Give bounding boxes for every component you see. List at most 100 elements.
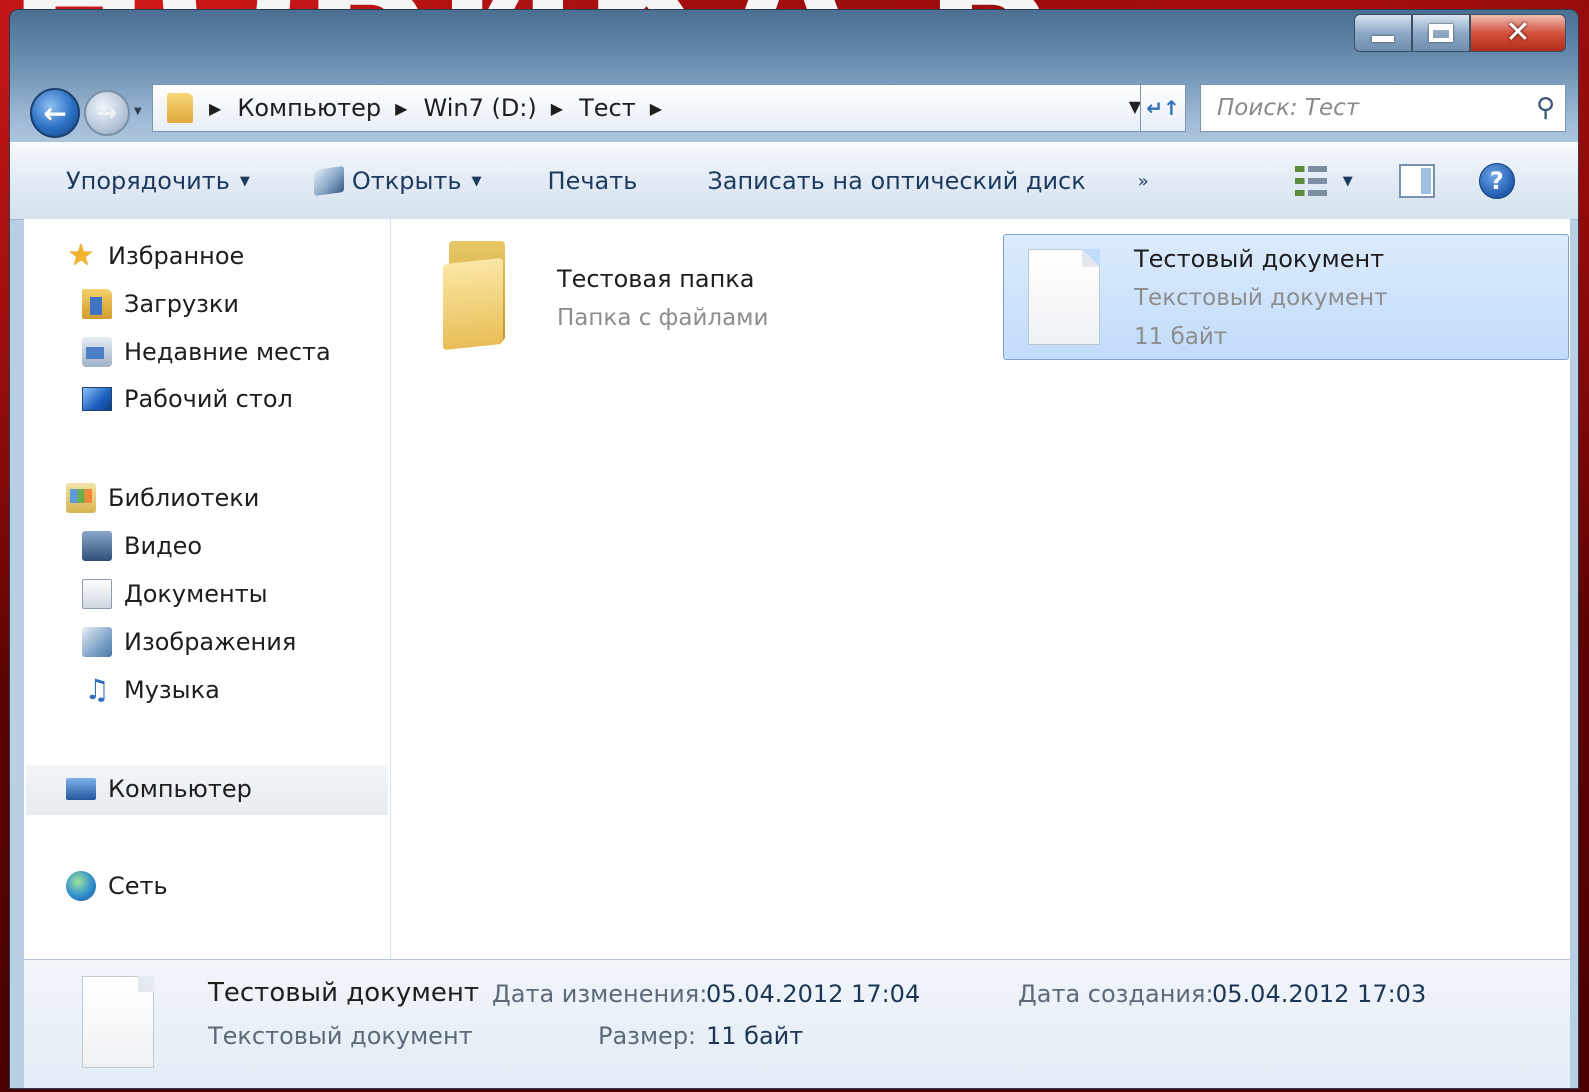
breadcrumb-computer[interactable]: Компьютер [237, 94, 381, 122]
nav-label: Музыка [124, 676, 220, 704]
nav-label: Библиотеки [108, 484, 260, 512]
more-button[interactable]: » [1138, 171, 1149, 192]
images-icon [82, 627, 112, 657]
caption-buttons: ✕ [1354, 14, 1566, 52]
folder-icon [443, 241, 509, 351]
network-icon [66, 871, 96, 901]
chevron-right-icon[interactable]: ▶ [209, 99, 221, 118]
back-button[interactable]: ← [30, 88, 80, 138]
chevron-right-icon[interactable]: ▶ [551, 99, 563, 118]
file-item-text: Тестовый документ Текстовый документ 11 … [1134, 239, 1388, 359]
nav-downloads[interactable]: Загрузки [82, 289, 239, 319]
file-type: Текстовый документ [1134, 285, 1388, 311]
file-list: Тестовая папка Папка с файлами Тестовый … [391, 219, 1570, 959]
libraries-icon [66, 483, 96, 513]
breadcrumb-drive[interactable]: Win7 (D:) [423, 94, 536, 122]
video-icon [82, 531, 112, 561]
nav-label: Сеть [108, 872, 168, 900]
file-size: 11 байт [1134, 324, 1228, 350]
file-item-text: Тестовая папка Папка с файлами [557, 259, 768, 359]
search-input[interactable] [1215, 94, 1519, 122]
maximize-icon [1429, 24, 1453, 42]
nav-label: Изображения [124, 628, 297, 656]
nav-recent[interactable]: Недавние места [82, 337, 331, 367]
details-file-name: Тестовый документ [208, 978, 479, 1008]
minimize-icon [1372, 36, 1394, 42]
open-button[interactable]: Открыть ▼ [313, 165, 482, 197]
file-item-folder[interactable]: Тестовая папка Папка с файлами [443, 241, 1003, 359]
details-created-value: 05.04.2012 17:03 [1212, 980, 1427, 1008]
file-type: Папка с файлами [557, 305, 769, 331]
burn-button[interactable]: Записать на оптический диск [707, 167, 1085, 195]
details-pane: Тестовый документ Текстовый документ Дат… [24, 959, 1570, 1088]
organize-button[interactable]: Упорядочить ▼ [66, 167, 250, 195]
history-dropdown-icon[interactable]: ▼ [134, 106, 142, 117]
print-button[interactable]: Печать [548, 167, 638, 195]
more-label: » [1137, 170, 1149, 192]
computer-icon [66, 778, 96, 800]
nav-label: Компьютер [108, 775, 252, 803]
details-size-value: 11 байт [706, 1022, 804, 1050]
nav-label: Рабочий стол [124, 385, 293, 413]
breadcrumb-folder[interactable]: Тест [579, 94, 636, 122]
chevron-down-icon: ▼ [471, 173, 482, 189]
nav-computer[interactable]: Компьютер [66, 775, 252, 803]
view-details-icon [1294, 166, 1327, 196]
address-row: ← → ▼ ▶ Компьютер ▶ Win7 (D:) ▶ Тест ▶ ▼… [10, 78, 1578, 142]
forward-button[interactable]: → [84, 90, 130, 136]
close-button[interactable]: ✕ [1470, 14, 1566, 52]
nav-video[interactable]: Видео [82, 531, 202, 561]
chevron-right-icon[interactable]: ▶ [650, 99, 662, 118]
nav-favorites[interactable]: ★ Избранное [66, 238, 245, 273]
close-icon: ✕ [1505, 15, 1531, 50]
open-label: Открыть [351, 167, 462, 195]
refresh-button[interactable]: ↵↑ [1140, 85, 1185, 131]
minimize-button[interactable] [1354, 14, 1412, 52]
search-box: ⚲ [1200, 84, 1566, 132]
refresh-icon: ↵↑ [1146, 96, 1180, 120]
details-created-label: Дата создания: [1018, 980, 1214, 1008]
chevron-down-icon: ▼ [239, 173, 250, 189]
documents-icon [82, 579, 112, 609]
details-size-label: Размер: [598, 1022, 697, 1050]
nav-label: Документы [124, 580, 268, 608]
organize-label: Упорядочить [66, 167, 230, 195]
content-area: ★ Избранное Загрузки Недавние места Рабо… [24, 219, 1570, 959]
recent-places-icon [82, 337, 112, 367]
nav-music[interactable]: ♫ Музыка [82, 673, 220, 706]
nav-label: Загрузки [124, 290, 239, 318]
nav-network[interactable]: Сеть [66, 871, 168, 901]
chevron-down-icon: ▼ [1342, 173, 1353, 189]
desktop-icon [82, 387, 112, 411]
chevron-right-icon[interactable]: ▶ [395, 99, 407, 118]
preview-pane-button[interactable] [1398, 164, 1435, 198]
text-document-icon [82, 976, 154, 1068]
star-icon: ★ [67, 238, 95, 273]
details-file-type: Текстовый документ [208, 1022, 473, 1050]
maximize-button[interactable] [1412, 14, 1470, 52]
text-document-icon [1028, 249, 1100, 345]
help-icon[interactable]: ? [1478, 163, 1515, 199]
nav-documents[interactable]: Документы [82, 579, 268, 609]
nav-libraries[interactable]: Библиотеки [66, 483, 259, 513]
address-bar[interactable]: ▶ Компьютер ▶ Win7 (D:) ▶ Тест ▶ ▼ ↵↑ [152, 84, 1186, 132]
details-modified-label: Дата изменения: [492, 980, 708, 1008]
arrow-left-icon: ← [43, 96, 67, 130]
downloads-icon [82, 289, 112, 319]
burn-label: Записать на оптический диск [707, 167, 1086, 195]
nav-images[interactable]: Изображения [82, 627, 296, 657]
details-modified-value: 05.04.2012 17:04 [706, 980, 921, 1008]
nav-label: Избранное [108, 242, 245, 270]
open-icon [313, 165, 344, 197]
nav-desktop[interactable]: Рабочий стол [82, 385, 293, 413]
nav-label: Недавние места [124, 338, 331, 366]
search-icon[interactable]: ⚲ [1536, 93, 1555, 123]
view-button[interactable]: ▼ [1294, 166, 1353, 196]
arrow-right-icon: → [96, 99, 118, 127]
music-icon: ♫ [84, 673, 110, 706]
file-item-document[interactable]: Тестовый документ Текстовый документ 11 … [1003, 234, 1569, 360]
explorer-window: ✕ ← → ▼ ▶ Компьютер ▶ Win7 (D:) ▶ Тест ▶… [10, 10, 1578, 1088]
navigation-pane: ★ Избранное Загрузки Недавние места Рабо… [24, 219, 391, 959]
folder-icon [167, 93, 193, 123]
print-label: Печать [547, 167, 638, 195]
